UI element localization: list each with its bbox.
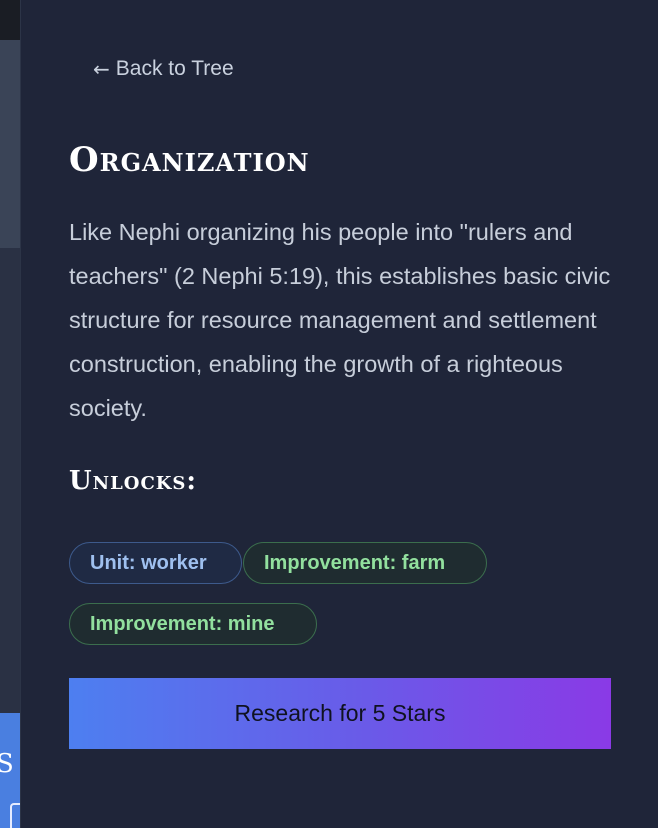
tech-description: Like Nephi organizing his people into "r…: [69, 219, 611, 421]
tech-title: Organization: [69, 140, 310, 180]
back-arrow-icon: ←: [93, 57, 110, 81]
background-topbar: [0, 0, 20, 40]
background-app-strip: S: [0, 0, 20, 828]
tech-detail-panel: ← Back to Tree Organization Like Nephi o…: [20, 0, 658, 828]
research-button[interactable]: Research for 5 Stars: [69, 678, 611, 749]
back-to-tree-label: Back to Tree: [115, 57, 234, 80]
back-to-tree-link[interactable]: ← Back to Tree: [93, 57, 234, 81]
background-card: S: [0, 713, 20, 828]
background-card-icon: [10, 803, 20, 828]
unlock-tag-improvement-mine: Improvement: mine: [69, 603, 317, 645]
unlocks-heading: Unlocks:: [69, 466, 198, 496]
background-panel: [0, 40, 20, 248]
background-card-letter: S: [0, 749, 14, 779]
unlock-tag-improvement-farm: Improvement: farm: [243, 542, 487, 584]
unlock-tag-unit-worker: Unit: worker: [69, 542, 242, 584]
